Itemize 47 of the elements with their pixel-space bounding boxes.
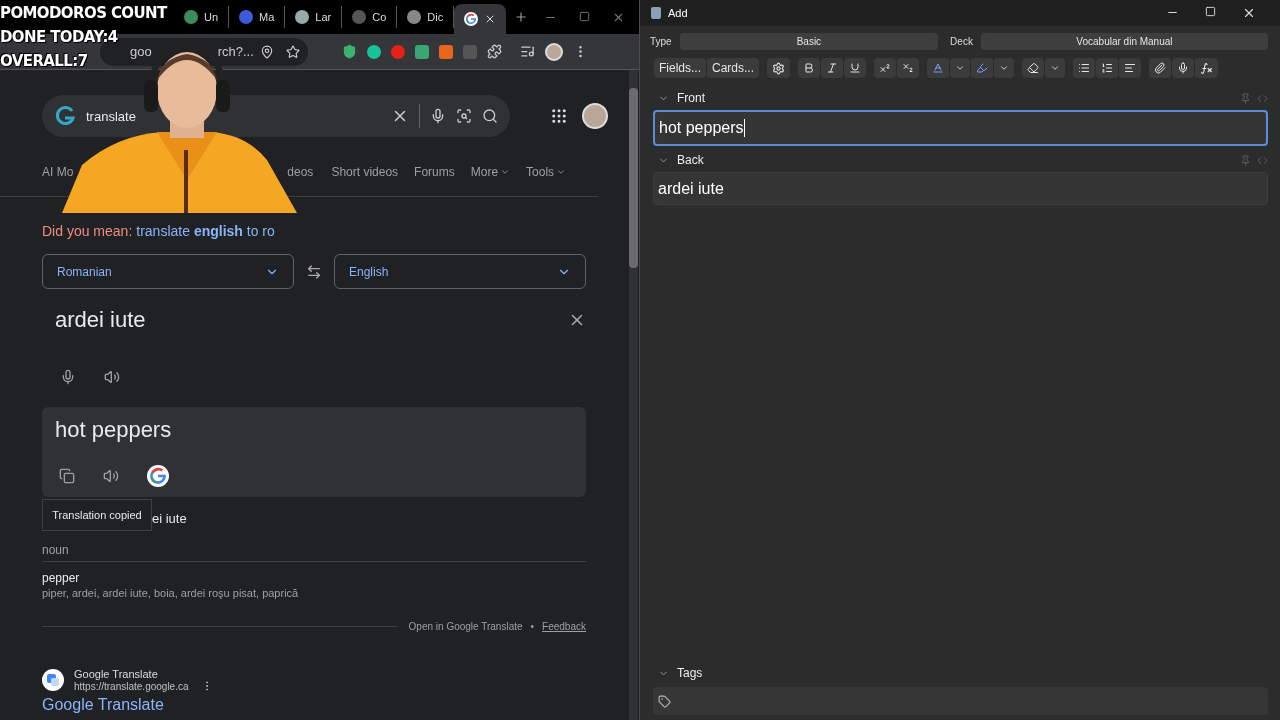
overlay-text: OVERALL:7: [0, 52, 88, 70]
type-label: Type: [650, 36, 672, 47]
search-tab[interactable]: More: [470, 164, 511, 179]
result-url: https://translate.google.ca: [74, 680, 189, 692]
toolbar-button[interactable]: Cards...: [707, 58, 760, 78]
source-language-select[interactable]: Romanian: [42, 254, 294, 289]
field-text: ardei iute: [658, 179, 724, 198]
search-query: translate: [86, 108, 137, 124]
source-text: ardei iute: [55, 307, 146, 333]
word-translations: piper, ardei, ardei iute, boia, ardei roşu pisat, paprică: [42, 587, 300, 599]
tooltip: Translation copied: [42, 499, 152, 531]
search-tab[interactable]: deos: [287, 164, 314, 179]
did-you-mean-label: Did you mean:: [42, 223, 133, 239]
note-type-select[interactable]: Basic: [679, 33, 939, 50]
field-editor[interactable]: ardei iute: [653, 172, 1268, 205]
field-editor[interactable]: hot peppers: [653, 110, 1268, 146]
separator-dot: •: [530, 621, 535, 632]
deck-label: Deck: [950, 36, 973, 47]
search-tab[interactable]: Short videos: [331, 164, 399, 179]
search-tab[interactable]: Forums: [414, 164, 455, 179]
open-translate-link[interactable]: Open in Google Translate: [408, 621, 523, 632]
dictionary-heading: ei iute: [152, 510, 187, 526]
browser-tab[interactable]: Lar: [285, 6, 343, 28]
browser-tab[interactable]: Co: [342, 6, 398, 28]
translation-text: hot peppers: [55, 417, 173, 443]
overlay-text: POMODOROS COUNT: [0, 4, 167, 22]
field-text: hot peppers: [659, 119, 744, 137]
field-label: Front: [677, 91, 705, 105]
result-title-link[interactable]: Google Translate: [42, 696, 629, 714]
suggestion-link[interactable]: translate english to ro: [136, 223, 275, 239]
dictionary-word: pepper: [42, 571, 81, 585]
address-text: rch?...: [217, 44, 254, 59]
part-of-speech: noun: [42, 539, 586, 562]
feedback-link[interactable]: Feedback: [542, 621, 586, 632]
deck-select[interactable]: Vocabular din Manual: [980, 33, 1268, 50]
browser-tab[interactable]: Dic: [397, 6, 455, 28]
search-tab[interactable]: AI Mo: [42, 164, 74, 179]
window-title: Add: [668, 7, 688, 19]
target-language-select[interactable]: English: [334, 254, 586, 289]
browser-tab[interactable]: Un: [174, 6, 230, 28]
result-site-name: Google Translate: [74, 668, 159, 680]
toolbar-button[interactable]: Fields...: [654, 58, 706, 78]
address-text: goo: [130, 44, 152, 59]
browser-tab[interactable]: Ma: [229, 6, 286, 28]
field-label: Back: [677, 153, 704, 167]
field-label: Tags: [677, 666, 703, 680]
search-tab[interactable]: Tools: [526, 164, 567, 179]
